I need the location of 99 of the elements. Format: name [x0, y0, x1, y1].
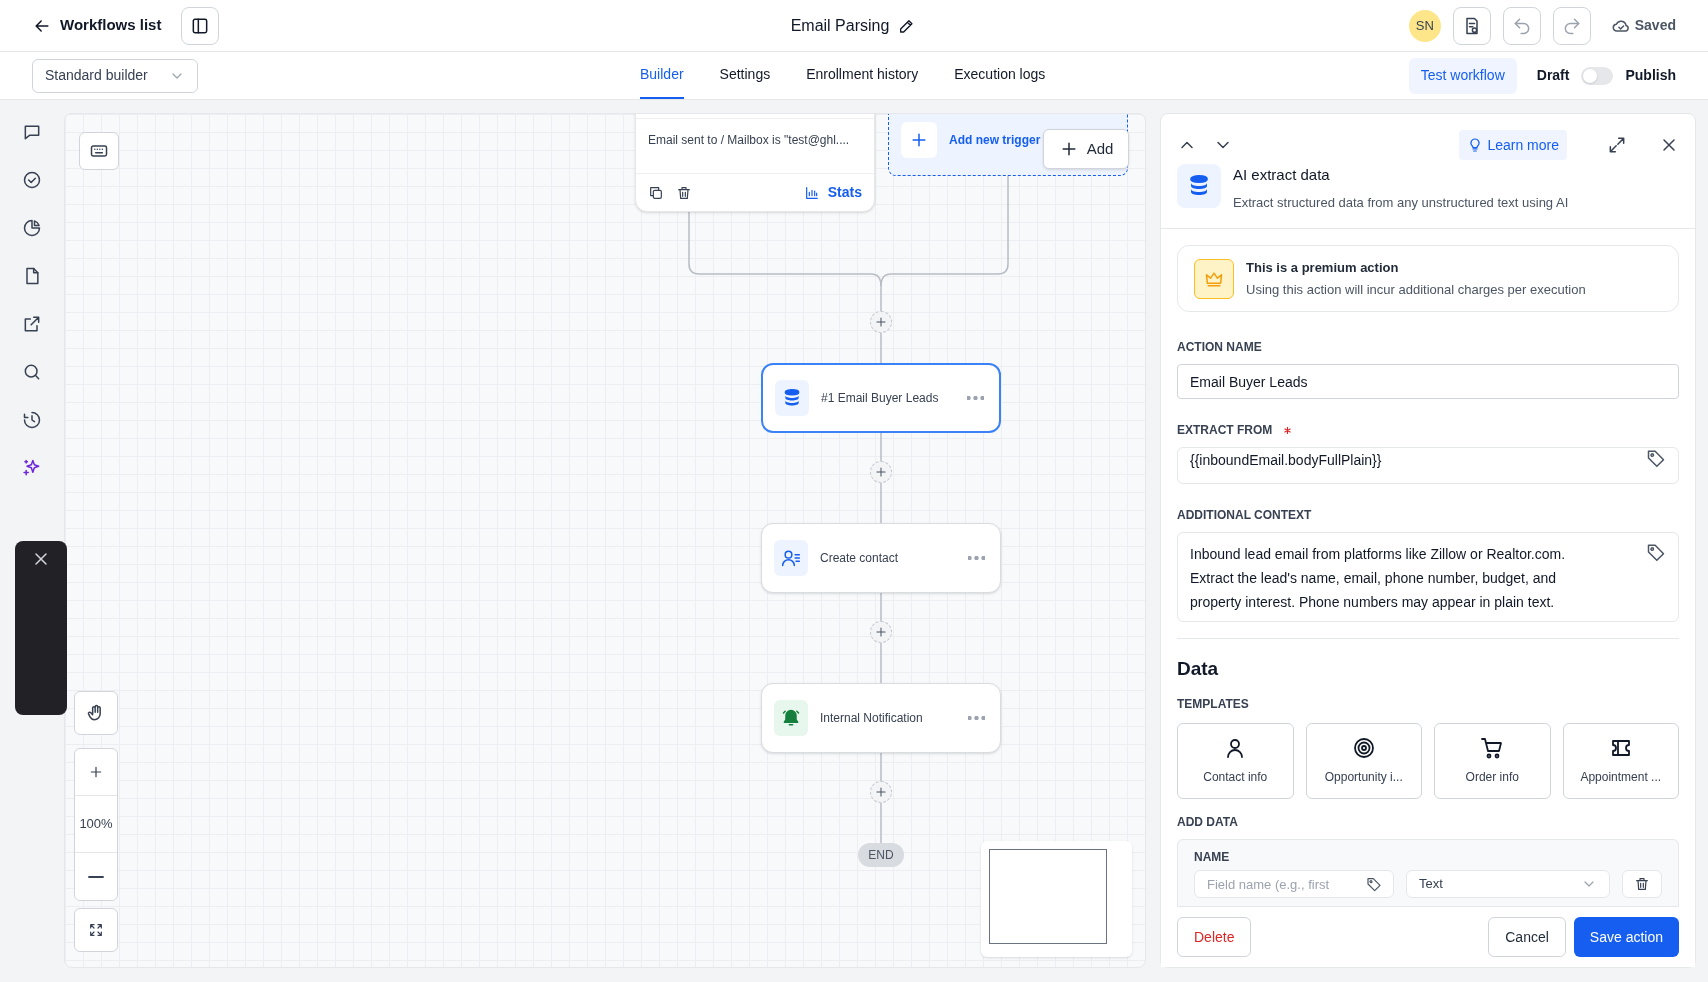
builder-select[interactable]: Standard builder	[32, 58, 198, 93]
search-icon	[22, 362, 42, 382]
delete-button[interactable]: Delete	[1177, 917, 1252, 957]
connector-line	[880, 332, 882, 364]
action-name-field[interactable]: Email Buyer Leads	[1177, 364, 1679, 399]
trigger-condition: Email sent to / Mailbox is "test@ghl....	[647, 132, 851, 149]
bar-chart-icon	[803, 184, 820, 201]
field-label: EXTRACT FROM	[1177, 422, 1273, 439]
minimap[interactable]	[981, 841, 1132, 957]
document-button[interactable]	[1452, 6, 1491, 45]
cart-icon	[1480, 736, 1505, 760]
trash-icon	[1634, 876, 1650, 892]
add-button[interactable]: Add	[1043, 129, 1129, 169]
plus-icon	[874, 625, 888, 639]
sparkle-icon	[22, 458, 42, 478]
field-label: TEMPLATES	[1177, 696, 1250, 713]
publish-label: Publish	[1625, 66, 1676, 85]
pan-tool-button[interactable]	[74, 691, 118, 735]
more-dots-icon	[968, 716, 985, 720]
step-label: Internal Notification	[820, 710, 923, 727]
back-link[interactable]: Workflows list	[32, 14, 162, 37]
panel-subtitle: Extract structured data from any unstructured text using AI	[1233, 193, 1569, 212]
premium-title: This is a premium action	[1246, 259, 1400, 278]
field-label: ADD DATA	[1177, 814, 1239, 831]
plus-icon	[88, 764, 104, 780]
field-label: ADDITIONAL CONTEXT	[1177, 506, 1312, 524]
step-label: Create contact	[820, 550, 899, 567]
more-dots-icon	[968, 556, 985, 560]
connector-line	[880, 642, 882, 684]
connector-line	[880, 802, 882, 844]
learn-more-button[interactable]: Learn more	[1459, 130, 1567, 160]
extract-from-field[interactable]: {{inboundEmail.bodyFullPlain}}	[1177, 447, 1679, 484]
delete-trigger-button[interactable]	[676, 184, 692, 201]
section-heading: Data	[1177, 656, 1220, 681]
template-card[interactable]: Appointment ...	[1562, 723, 1679, 799]
copy-button[interactable]	[648, 184, 664, 201]
external-link-icon	[22, 314, 42, 334]
expand-button[interactable]	[1607, 135, 1627, 155]
workflow-step-card[interactable]: Internal Notification	[761, 683, 1001, 753]
zoom-level: 100%	[75, 796, 117, 853]
tag-icon	[1366, 876, 1382, 892]
field-name-input[interactable]: Field name (e.g., first	[1194, 870, 1394, 898]
field-label: ACTION NAME	[1177, 339, 1262, 357]
database-icon	[782, 388, 802, 408]
premium-description: Using this action will incur additional charges per execution	[1246, 280, 1586, 299]
add-trigger-label: Add new trigger	[949, 132, 1041, 149]
pie-chart-icon	[22, 218, 42, 238]
trigger-card[interactable]: Email sent to / Mailbox is "test@ghl.... Stats	[635, 114, 875, 212]
user-avatar[interactable]: SN	[1408, 9, 1441, 42]
copy-icon	[648, 184, 664, 201]
save-action-button[interactable]: Save action	[1573, 917, 1679, 957]
cancel-button[interactable]: Cancel	[1488, 917, 1566, 957]
connector-line	[880, 752, 882, 782]
stats-button[interactable]: Stats	[803, 182, 862, 203]
chat-icon	[22, 122, 42, 142]
test-workflow-button[interactable]: Test workflow	[1408, 57, 1517, 94]
fit-view-icon	[88, 922, 104, 938]
add-trigger-card[interactable]: Add new trigger Add	[888, 114, 1128, 176]
field-label: NAME	[1194, 849, 1231, 866]
workflow-step-card[interactable]: Create contact	[761, 523, 1001, 593]
tab[interactable]: Settings	[719, 52, 771, 99]
bell-icon	[781, 708, 801, 728]
connector-line	[880, 592, 882, 622]
tab[interactable]: Builder	[640, 52, 684, 99]
draft-label: Draft	[1536, 66, 1570, 85]
save-status: Saved	[1634, 16, 1676, 35]
template-card[interactable]: Order info	[1434, 723, 1551, 799]
fit-view-button[interactable]	[74, 908, 118, 952]
plus-icon	[874, 315, 888, 329]
sidebar-toggle-button[interactable]	[181, 6, 220, 45]
end-marker: END	[858, 843, 904, 867]
template-card[interactable]: Contact info	[1177, 723, 1294, 799]
connector-line	[880, 482, 882, 524]
tab[interactable]: Execution logs	[954, 52, 1046, 99]
template-card[interactable]: Opportunity i...	[1305, 723, 1422, 799]
minus-icon	[88, 875, 104, 878]
tag-button[interactable]	[1646, 448, 1666, 468]
keyboard-button[interactable]	[79, 132, 119, 170]
trash-icon	[676, 184, 692, 201]
type-select[interactable]: Text	[1406, 870, 1610, 898]
connector-line	[880, 432, 882, 462]
check-circle-icon	[22, 170, 42, 190]
plus-icon	[874, 465, 888, 479]
database-icon	[1187, 174, 1211, 198]
publish-toggle[interactable]	[1581, 66, 1614, 85]
tab[interactable]: Enrollment history	[806, 52, 919, 99]
plus-icon	[874, 785, 888, 799]
expand-icon	[1607, 135, 1627, 155]
history-icon	[22, 410, 42, 430]
panel-title: AI extract data	[1233, 165, 1331, 185]
target-icon	[1351, 736, 1376, 760]
contact-list-icon	[781, 548, 801, 568]
context-field[interactable]: Inbound lead email from platforms like Zillow or Realtor.com. Extract the lead's name, email, phone number, budget, and property interest. Phone numbers may appear in plain text.	[1177, 531, 1679, 622]
step-label: #1 Email Buyer Leads	[821, 390, 939, 407]
more-dots-icon	[967, 396, 984, 400]
tag-icon	[1646, 448, 1666, 468]
workflow-title: Email Parsing	[790, 15, 890, 36]
delete-field-button[interactable]	[1622, 870, 1662, 898]
workflow-step-card[interactable]: #1 Email Buyer Leads	[761, 363, 1001, 433]
